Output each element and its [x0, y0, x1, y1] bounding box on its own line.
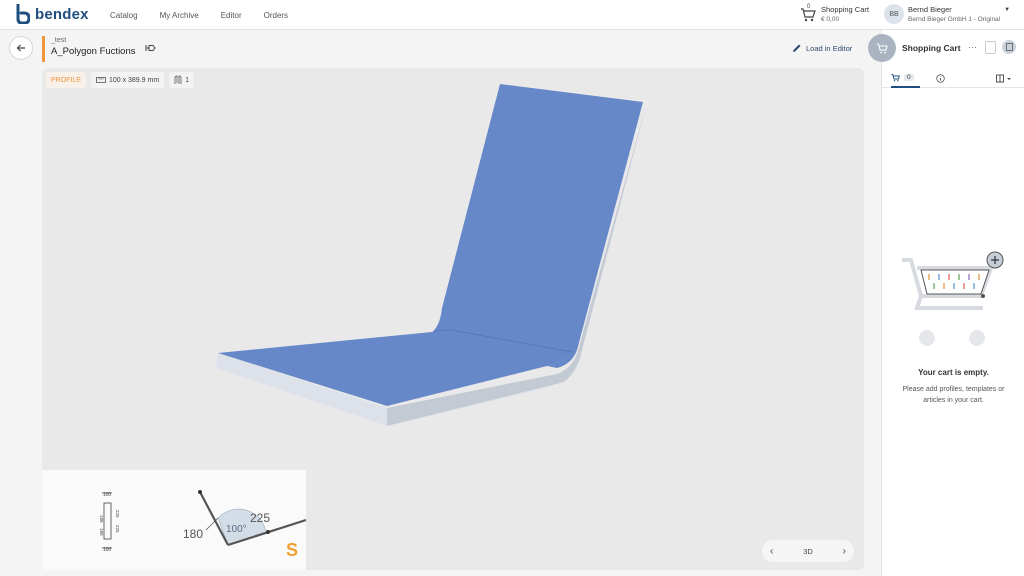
sketch-bottom-label: 100	[103, 547, 112, 553]
chevron-down-icon: ▼	[1004, 7, 1011, 13]
more-options-icon[interactable]: ···	[968, 42, 977, 52]
nav-orders[interactable]: Orders	[264, 11, 288, 20]
cart-panel-avatar[interactable]	[868, 34, 896, 62]
dimensions-value: 100 x 389.9 mm	[108, 76, 160, 84]
chevron-right-icon[interactable]: ›	[843, 546, 846, 557]
pdf-icon[interactable]	[1002, 40, 1016, 54]
sketch-marker: S	[286, 540, 298, 560]
angle-value: 100°	[226, 524, 247, 535]
folder-name: _test	[51, 37, 67, 44]
user-company: Bernd Bieger GmbH 1 - Original	[908, 15, 1001, 23]
length-right-label: 225	[250, 511, 270, 525]
back-button[interactable]	[9, 36, 33, 60]
model-top-face	[432, 84, 643, 368]
header-cart-amount: € 0,00	[821, 16, 840, 23]
view-mode-label: 3D	[803, 546, 813, 556]
tab-columns[interactable]	[996, 68, 1012, 88]
empty-cart-title: Your cart is empty.	[918, 368, 989, 377]
length-left-label: 180	[183, 527, 203, 541]
header-cart-label: Shopping Cart	[821, 5, 869, 14]
header-cart-count: 0	[807, 4, 811, 10]
document-icon[interactable]	[985, 41, 996, 54]
brand-name: bendex	[35, 5, 89, 23]
page-title: A_Polygon Fuctions	[51, 46, 136, 57]
bend-icon	[174, 75, 182, 84]
user-menu[interactable]: BB Bernd Bieger Bernd Bieger GmbH 1 - Or…	[884, 4, 1010, 24]
dimensions-chip: 100 x 389.9 mm	[90, 72, 165, 88]
cart-panel-tabs: 0	[882, 66, 1024, 88]
profile-type-badge: PROFILE	[46, 72, 86, 88]
pin-icon[interactable]	[145, 43, 156, 57]
cart-panel-title: Shopping Cart	[902, 43, 961, 53]
document-title-block: _test A_Polygon Fuctions	[42, 36, 136, 62]
header-cart[interactable]: 0 Shopping Cart € 0,00	[800, 4, 869, 24]
nav-catalog[interactable]: Catalog	[110, 11, 138, 20]
info-icon	[936, 73, 945, 83]
arrow-left-icon	[16, 44, 25, 52]
columns-icon	[996, 74, 1011, 82]
sketch-top-label: 100	[103, 492, 112, 498]
bends-chip: 1	[169, 72, 195, 88]
cart-icon	[891, 73, 900, 81]
avatar: BB	[884, 4, 904, 24]
view-mode-switch: ‹ 3D ›	[762, 540, 854, 562]
cross-section-sketch: 100 100 188 225 180 225	[99, 492, 120, 553]
chevron-left-icon[interactable]: ‹	[770, 546, 773, 557]
empty-cart-description: Please add profiles, templates or articl…	[902, 386, 1005, 404]
top-bar: bendex Catalog My Archive Editor Orders …	[0, 0, 1024, 30]
sketch-side-b: 225	[115, 510, 120, 518]
bendex-logo-icon	[16, 4, 30, 24]
main-nav: Catalog My Archive Editor Orders	[110, 0, 310, 30]
load-in-editor-label: Load in Editor	[806, 43, 853, 53]
empty-cart-illustration	[897, 248, 1007, 351]
user-name: Bernd Bieger	[908, 4, 952, 14]
profile-info-chips: PROFILE 100 x 389.9 mm 1	[46, 72, 199, 88]
profile-sketch-panel[interactable]: 100 100 188 225 180 225 100° 180 225 S	[42, 470, 306, 570]
sketch-side-d: 225	[115, 525, 120, 533]
sketch-side-a: 188	[99, 515, 104, 523]
tab-cart[interactable]: 0	[891, 68, 920, 88]
nav-my-archive[interactable]: My Archive	[160, 11, 199, 20]
bends-value: 1	[185, 76, 190, 84]
angle-diagram: 100° 180 225 S	[183, 490, 306, 560]
load-in-editor-button[interactable]: Load in Editor	[792, 43, 852, 53]
nav-editor[interactable]: Editor	[221, 11, 242, 20]
cart-tab-count: 0	[904, 73, 914, 81]
cart-icon	[877, 43, 888, 54]
pencil-icon	[793, 44, 801, 52]
brand-logo[interactable]: bendex	[16, 4, 89, 24]
sketch-side-c: 180	[99, 528, 104, 536]
profile-3d-model[interactable]	[42, 68, 864, 473]
tab-info[interactable]	[936, 68, 945, 88]
ruler-icon	[96, 77, 106, 83]
cart-side-panel: Shopping Cart ··· 0 Your cart is empty. …	[868, 30, 1024, 576]
